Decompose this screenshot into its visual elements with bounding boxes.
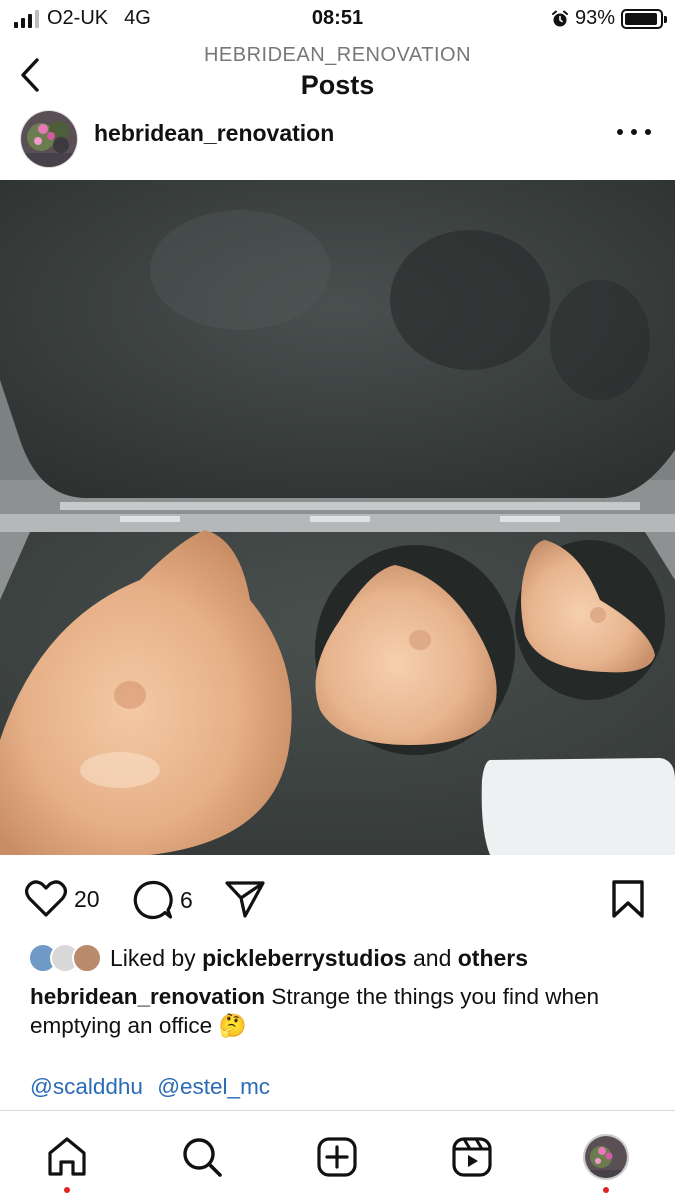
caption-username[interactable]: hebridean_renovation	[30, 984, 265, 1009]
liked-by-text: Liked by pickleberrystudios and others	[110, 945, 528, 972]
liked-by-prefix: Liked by	[110, 944, 196, 971]
post-image[interactable]	[0, 180, 675, 855]
more-horizontal-icon	[617, 129, 623, 135]
notification-dot	[64, 1187, 70, 1193]
notification-dot	[603, 1187, 609, 1193]
heart-icon[interactable]	[24, 879, 68, 919]
comment-group: 6	[132, 879, 193, 921]
alarm-icon	[551, 10, 568, 26]
comments-count[interactable]: 6	[180, 887, 193, 914]
nav-header: HEBRIDEAN_RENOVATION Posts	[0, 40, 675, 106]
bottom-tab-bar	[0, 1110, 675, 1200]
post-header: hebridean_renovation	[0, 108, 675, 174]
mention-link[interactable]: @estel_mc	[157, 1074, 270, 1099]
tab-reels[interactable]	[448, 1133, 496, 1181]
likes-count[interactable]: 20	[74, 886, 100, 913]
plus-square-icon	[317, 1137, 357, 1177]
profile-avatar	[583, 1134, 629, 1180]
search-icon	[183, 1138, 222, 1177]
reels-icon	[452, 1137, 492, 1177]
mention-link[interactable]: @scalddhu	[30, 1074, 143, 1099]
battery-percent: 93%	[574, 7, 615, 29]
share-button[interactable]	[224, 879, 266, 919]
tab-search[interactable]	[178, 1133, 226, 1181]
post-actions: 20 6	[0, 875, 675, 925]
save-button[interactable]	[610, 879, 646, 919]
send-icon	[225, 881, 265, 918]
avatar[interactable]	[20, 110, 78, 168]
status-bar: O2-UK 4G 08:51 93%	[0, 0, 675, 38]
comment-icon[interactable]	[132, 879, 174, 921]
liked-by-row[interactable]: Liked by pickleberrystudios and others	[28, 940, 528, 976]
liked-by-and: and	[412, 944, 452, 971]
status-right: 93%	[551, 7, 667, 30]
header-account: HEBRIDEAN_RENOVATION	[203, 44, 472, 66]
liked-by-others[interactable]: others	[458, 945, 528, 971]
mentions: @scalddhu @estel_mc	[30, 1074, 278, 1100]
like-group: 20	[24, 879, 100, 919]
bookmark-icon	[612, 880, 644, 918]
more-options-button[interactable]	[617, 120, 651, 144]
page-title: Posts	[300, 70, 375, 100]
battery-icon	[621, 8, 667, 29]
home-icon	[48, 1137, 86, 1176]
tab-profile[interactable]	[582, 1133, 630, 1181]
liker-avatar	[72, 943, 102, 973]
post-caption: hebridean_renovation Strange the things …	[30, 982, 640, 1040]
post-username[interactable]: hebridean_renovation	[94, 120, 334, 147]
tab-create[interactable]	[313, 1133, 361, 1181]
liked-by-user[interactable]: pickleberrystudios	[202, 945, 407, 971]
tab-home[interactable]	[43, 1133, 91, 1181]
